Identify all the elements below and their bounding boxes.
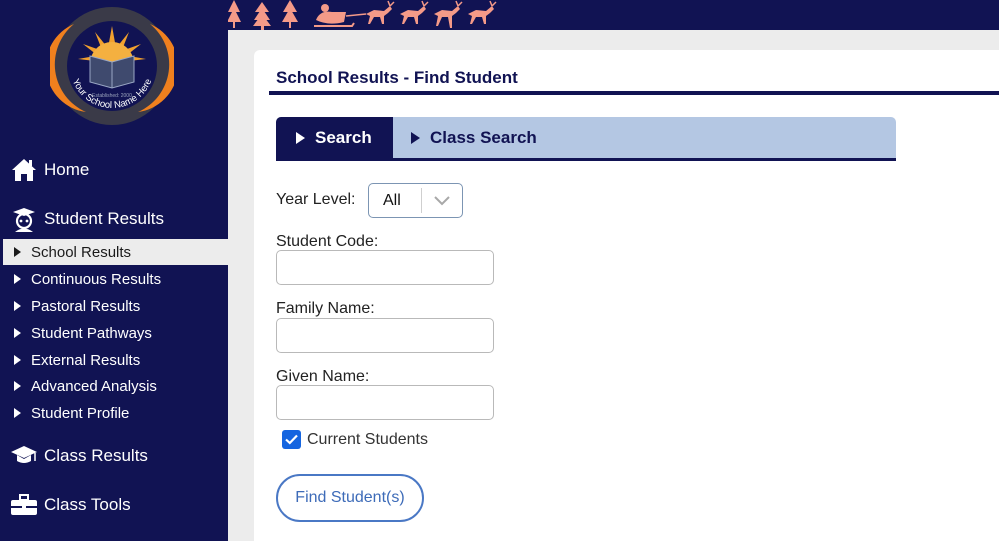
- caret-right-icon: [14, 355, 21, 365]
- caret-right-icon: [411, 131, 420, 144]
- graduation-cap-icon: [9, 441, 39, 471]
- caret-right-icon: [14, 408, 21, 418]
- school-logo[interactable]: Your School Name Here Established: 2000: [50, 4, 174, 128]
- page-title: School Results - Find Student: [276, 68, 518, 87]
- tab-class-search-label: Class Search: [430, 127, 537, 147]
- nav-sub-label: Student Pathways: [31, 324, 152, 342]
- nav-class-results[interactable]: Class Results: [0, 436, 228, 476]
- year-level-select[interactable]: All: [368, 183, 463, 218]
- year-level-label: Year Level:: [276, 191, 356, 208]
- logo-established-text: Established: 2000: [92, 93, 132, 99]
- chevron-down-icon: [422, 195, 462, 206]
- nav-sub-student-profile[interactable]: Student Profile: [3, 400, 228, 426]
- caret-right-icon: [296, 131, 305, 144]
- family-name-label: Family Name:: [276, 300, 375, 317]
- content-card: School Results - Find Student Search Cla…: [254, 50, 999, 541]
- nav-sub-label: External Results: [31, 351, 141, 369]
- student-icon: [9, 204, 39, 234]
- caret-right-icon: [14, 301, 21, 311]
- nav-sub-label: Continuous Results: [31, 270, 162, 288]
- nav-sub-school-results[interactable]: School Results: [3, 239, 228, 265]
- nav-sub-pastoral-results[interactable]: Pastoral Results: [3, 293, 228, 319]
- checkmark-icon: [285, 434, 298, 445]
- nav-class-results-label: Class Results: [44, 446, 148, 465]
- caret-right-icon: [14, 381, 21, 391]
- student-code-input[interactable]: [276, 250, 494, 285]
- nav-class-tools-label: Class Tools: [44, 495, 131, 514]
- year-level-value: All: [383, 191, 401, 209]
- given-name-input[interactable]: [276, 385, 494, 420]
- student-code-label: Student Code:: [276, 233, 379, 250]
- tab-bar: Search Class Search: [276, 117, 896, 161]
- nav-home-label: Home: [44, 160, 90, 179]
- caret-right-icon: [14, 328, 21, 338]
- top-banner: [228, 0, 999, 30]
- home-icon: [9, 155, 39, 185]
- caret-right-icon: [14, 247, 21, 257]
- nav-sub-student-pathways[interactable]: Student Pathways: [3, 320, 228, 346]
- current-students-label[interactable]: Current Students: [307, 431, 428, 449]
- tab-search-label: Search: [315, 127, 372, 147]
- tab-search[interactable]: Search: [276, 117, 393, 158]
- given-name-label: Given Name:: [276, 368, 370, 385]
- nav-student-results[interactable]: Student Results: [0, 199, 228, 239]
- toolbox-icon: [9, 490, 39, 520]
- find-students-button[interactable]: Find Student(s): [276, 474, 424, 522]
- christmas-banner-graphic: [228, 0, 497, 30]
- nav-home[interactable]: Home: [0, 150, 228, 190]
- caret-right-icon: [14, 274, 21, 284]
- nav-sub-label: Pastoral Results: [31, 297, 141, 315]
- sidebar: Your School Name Here Established: 2000 …: [0, 0, 228, 541]
- current-students-checkbox[interactable]: [282, 430, 301, 449]
- nav-class-tools[interactable]: Class Tools: [0, 485, 228, 525]
- nav-sub-continuous-results[interactable]: Continuous Results: [3, 266, 228, 292]
- nav-sub-label: Student Profile: [31, 404, 130, 422]
- nav-sub-advanced-analysis[interactable]: Advanced Analysis: [3, 373, 228, 399]
- nav-student-results-label: Student Results: [44, 209, 165, 228]
- tab-class-search[interactable]: Class Search: [393, 117, 537, 158]
- nav-sub-external-results[interactable]: External Results: [3, 347, 228, 373]
- title-divider: [269, 91, 999, 95]
- family-name-input[interactable]: [276, 318, 494, 353]
- nav-sub-label: School Results: [31, 243, 132, 261]
- nav-sub-label: Advanced Analysis: [31, 377, 157, 395]
